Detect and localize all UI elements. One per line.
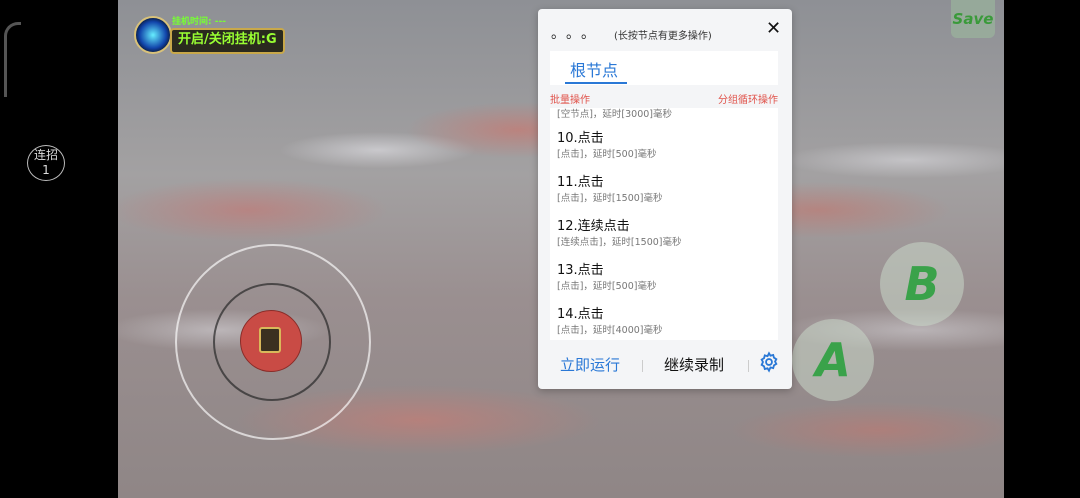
a-button[interactable]: A — [792, 319, 874, 401]
panel-footer: 立即运行 继续录制 — [538, 342, 792, 389]
more-dots-icon[interactable]: 。。。 — [551, 23, 603, 43]
item-title: 12.连续点击 — [557, 219, 630, 234]
list-item[interactable]: 12.连续点击 [连续点击]，延时[1500]毫秒 — [557, 218, 771, 262]
vehicle-icon — [259, 327, 281, 353]
item-desc: [点击]，延时[500]毫秒 — [557, 149, 657, 160]
item-desc: [连续点击]，延时[1500]毫秒 — [557, 237, 682, 248]
macro-panel: 。。。 (长按节点有更多操作) ✕ 根节点 批量操作 分组循环操作 [空节点]，… — [538, 9, 792, 389]
auto-idle-toggle[interactable]: 开启/关闭挂机:G — [170, 28, 285, 54]
group-loop-operation-link[interactable]: 分组循环操作 — [718, 91, 778, 106]
combo-count: 1 — [42, 163, 50, 177]
item-desc: [点击]，延时[1500]毫秒 — [557, 193, 663, 204]
divider — [642, 360, 643, 372]
item-title: 10.点击 — [557, 131, 604, 146]
continue-recording-button[interactable]: 继续录制 — [664, 354, 724, 375]
edge-curve-decoration — [4, 22, 21, 97]
tab-active-indicator — [565, 82, 627, 84]
joystick-knob[interactable] — [240, 310, 302, 372]
combo-counter-button[interactable]: 连招 1 — [27, 145, 65, 181]
divider — [748, 360, 749, 372]
list-item[interactable]: 13.点击 [点击]，延时[500]毫秒 — [557, 262, 771, 306]
right-black-bar — [1004, 0, 1080, 498]
item-desc: [点击]，延时[4000]毫秒 — [557, 325, 663, 336]
long-press-hint: (长按节点有更多操作) — [614, 31, 712, 42]
player-avatar[interactable] — [134, 16, 172, 54]
item-desc: [点击]，延时[500]毫秒 — [557, 281, 657, 292]
item-title: 14.点击 — [557, 307, 604, 322]
combo-label: 连招 — [33, 148, 58, 162]
list-item-partial-desc: [空节点]，延时[3000]毫秒 — [557, 109, 673, 120]
item-title: 11.点击 — [557, 175, 604, 190]
run-now-button[interactable]: 立即运行 — [560, 354, 620, 375]
gear-icon[interactable] — [758, 351, 780, 373]
save-button[interactable]: Save — [951, 0, 995, 38]
list-item[interactable]: 14.点击 [点击]，延时[4000]毫秒 — [557, 306, 771, 340]
batch-operation-link[interactable]: 批量操作 — [550, 91, 590, 106]
node-list[interactable]: [空节点]，延时[3000]毫秒 10.点击 [点击]，延时[500]毫秒 11… — [550, 108, 778, 340]
close-icon[interactable]: ✕ — [766, 18, 781, 39]
list-item[interactable]: 10.点击 [点击]，延时[500]毫秒 — [557, 130, 771, 174]
b-button[interactable]: B — [880, 242, 964, 326]
tab-bar: 根节点 — [550, 51, 778, 85]
idle-timer-label: 挂机时间: --- — [172, 17, 226, 27]
tab-root-node[interactable]: 根节点 — [570, 57, 618, 81]
item-title: 13.点击 — [557, 263, 604, 278]
panel-header: 。。。 (长按节点有更多操作) ✕ — [538, 9, 792, 49]
list-item[interactable]: 11.点击 [点击]，延时[1500]毫秒 — [557, 174, 771, 218]
